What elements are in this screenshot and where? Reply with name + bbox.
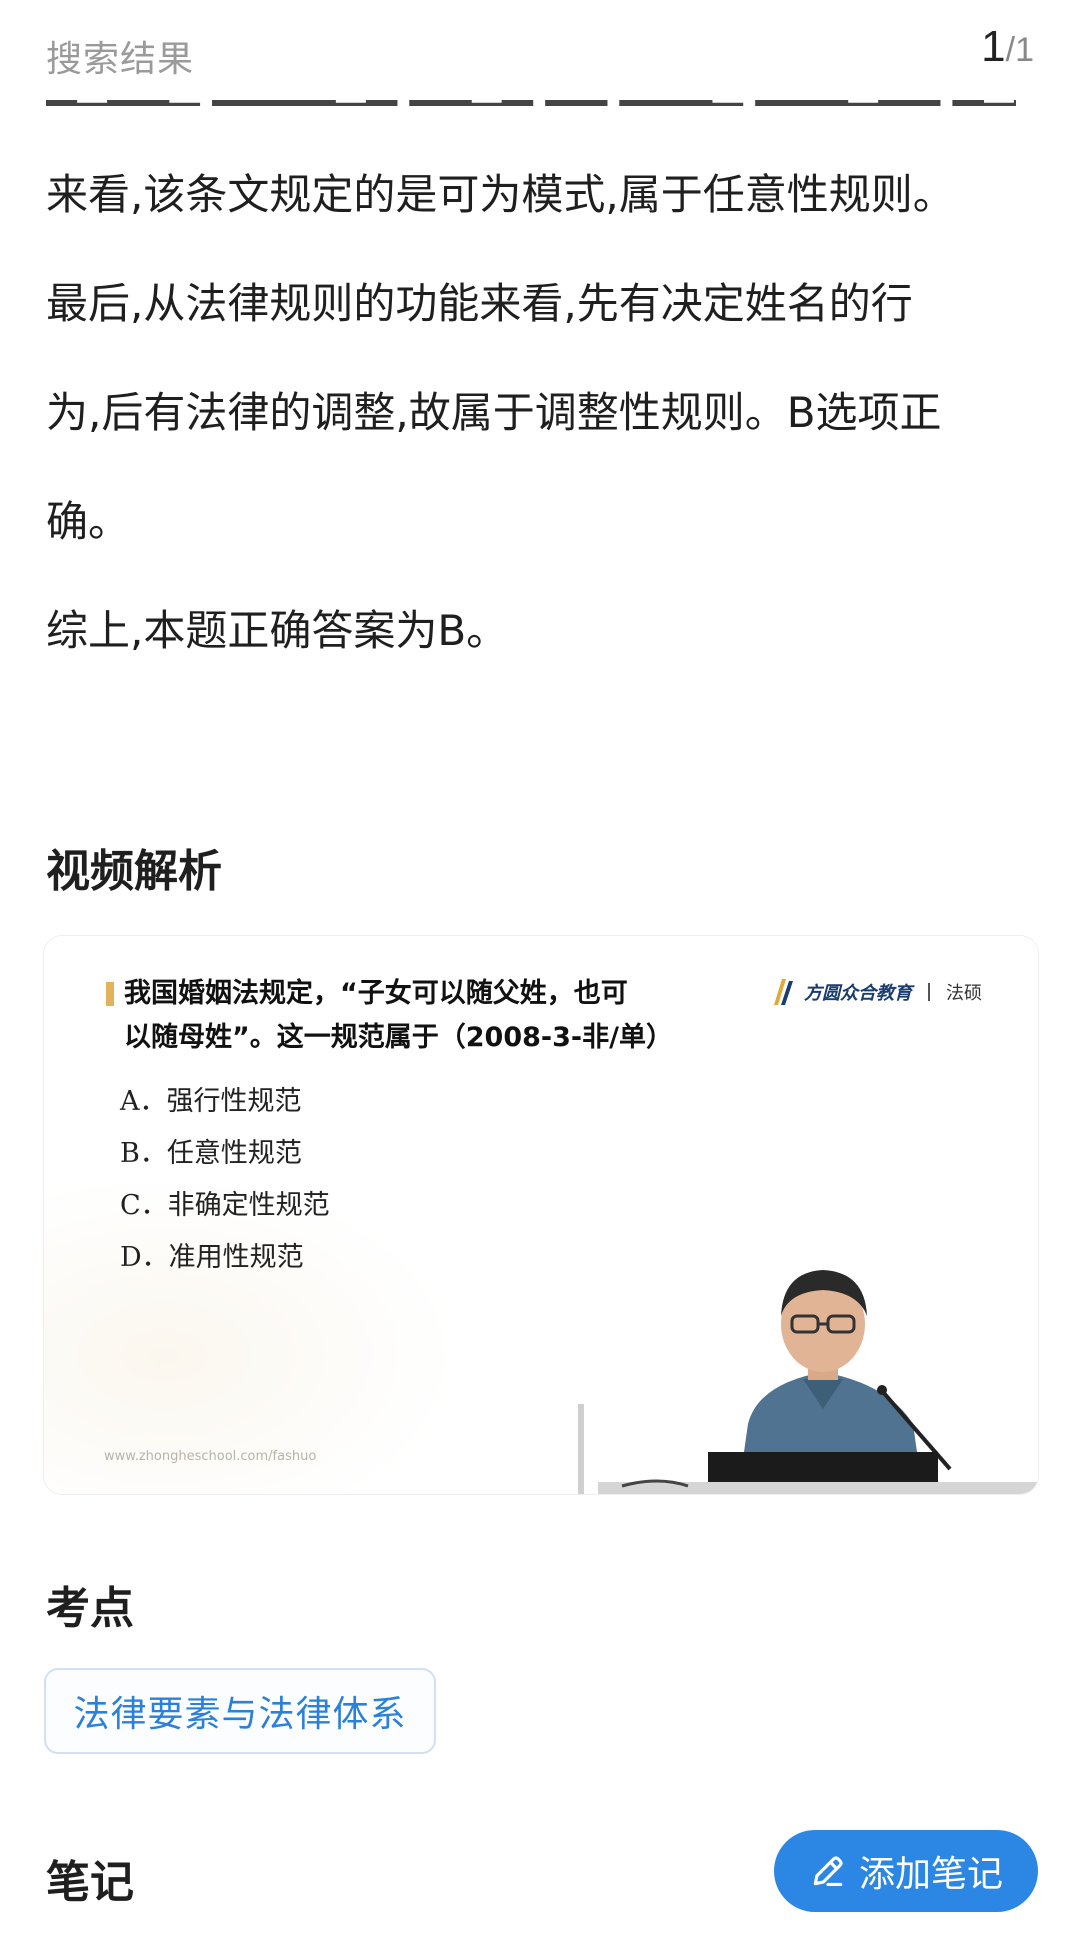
exam-point-tag[interactable]: 法律要素与法律体系 (44, 1668, 436, 1754)
logo-divider (928, 983, 930, 1001)
slide-options: A．强行性规范 B．任意性规范 C．非确定性规范 D．准用性规范 (120, 1076, 330, 1284)
slide-url: www.zhongheschool.com/fashuo (104, 1449, 317, 1464)
add-note-label: 添加笔记 (858, 1854, 1003, 1895)
page-indicator: 1/1 (981, 22, 1034, 72)
logo-name: 方圆众合教育 (804, 983, 912, 1004)
slide-option: D．准用性规范 (120, 1242, 304, 1273)
video-section-title: 视频解析 (46, 846, 222, 897)
pencil-icon (813, 1856, 843, 1887)
notes-title: 笔记 (46, 1857, 134, 1908)
top-bar: 搜索结果 1/1 (0, 0, 1080, 100)
slide-option: B．任意性规范 (120, 1138, 302, 1169)
presenter-image (578, 1254, 1038, 1494)
page-title: 搜索结果 (46, 39, 195, 80)
analysis-line: 最后,从法律规则的功能来看,先有决定姓名的行 (46, 279, 913, 328)
video-player[interactable]: 我国婚姻法规定，“子女可以随父姓，也可 以随母姓”。这一规范属于（2008-3-… (44, 936, 1038, 1494)
page-separator: / (1005, 31, 1016, 69)
brand-logo: 方圆众合教育 法硕 (772, 972, 982, 1012)
add-note-button[interactable]: 添加笔记 (774, 1830, 1038, 1912)
answer-analysis: 来看,该条文规定的是可为模式,属于任意性规则。 最后,从法律规则的功能来看,先有… (46, 140, 1036, 685)
exam-point-title: 考点 (46, 1583, 134, 1634)
analysis-line: 为,后有法律的调整,故属于调整性规则。B选项正 (46, 388, 942, 437)
page-total: 1 (1015, 31, 1034, 69)
question-marker (106, 982, 114, 1006)
slide-option: A．强行性规范 (120, 1086, 302, 1117)
page-current: 1 (981, 22, 1006, 71)
analysis-line: 综上,本题正确答案为B。 (46, 606, 509, 655)
slide-question-line: 以随母姓”。这一规范属于（2008-3-非/单） (124, 1022, 673, 1053)
slide-question-line: 我国婚姻法规定，“子女可以随父姓，也可 (124, 978, 628, 1009)
analysis-line: 来看,该条文规定的是可为模式,属于任意性规则。 (46, 170, 955, 219)
page: 搜索结果 1/1 ▂▁▂▂▁ ▂▂▂▂▁▂ ▂▂▁▂ ▂▂ ▂▂▂▁ ▂▂▂▁▂… (0, 0, 1080, 1936)
analysis-line: 确。 (46, 497, 131, 546)
slide-question: 我国婚姻法规定，“子女可以随父姓，也可 以随母姓”。这一规范属于（2008-3-… (124, 972, 764, 1060)
slide-option: C．非确定性规范 (120, 1190, 330, 1221)
logo-subtitle: 法硕 (946, 983, 982, 1004)
logo-mark-icon (774, 979, 793, 1005)
